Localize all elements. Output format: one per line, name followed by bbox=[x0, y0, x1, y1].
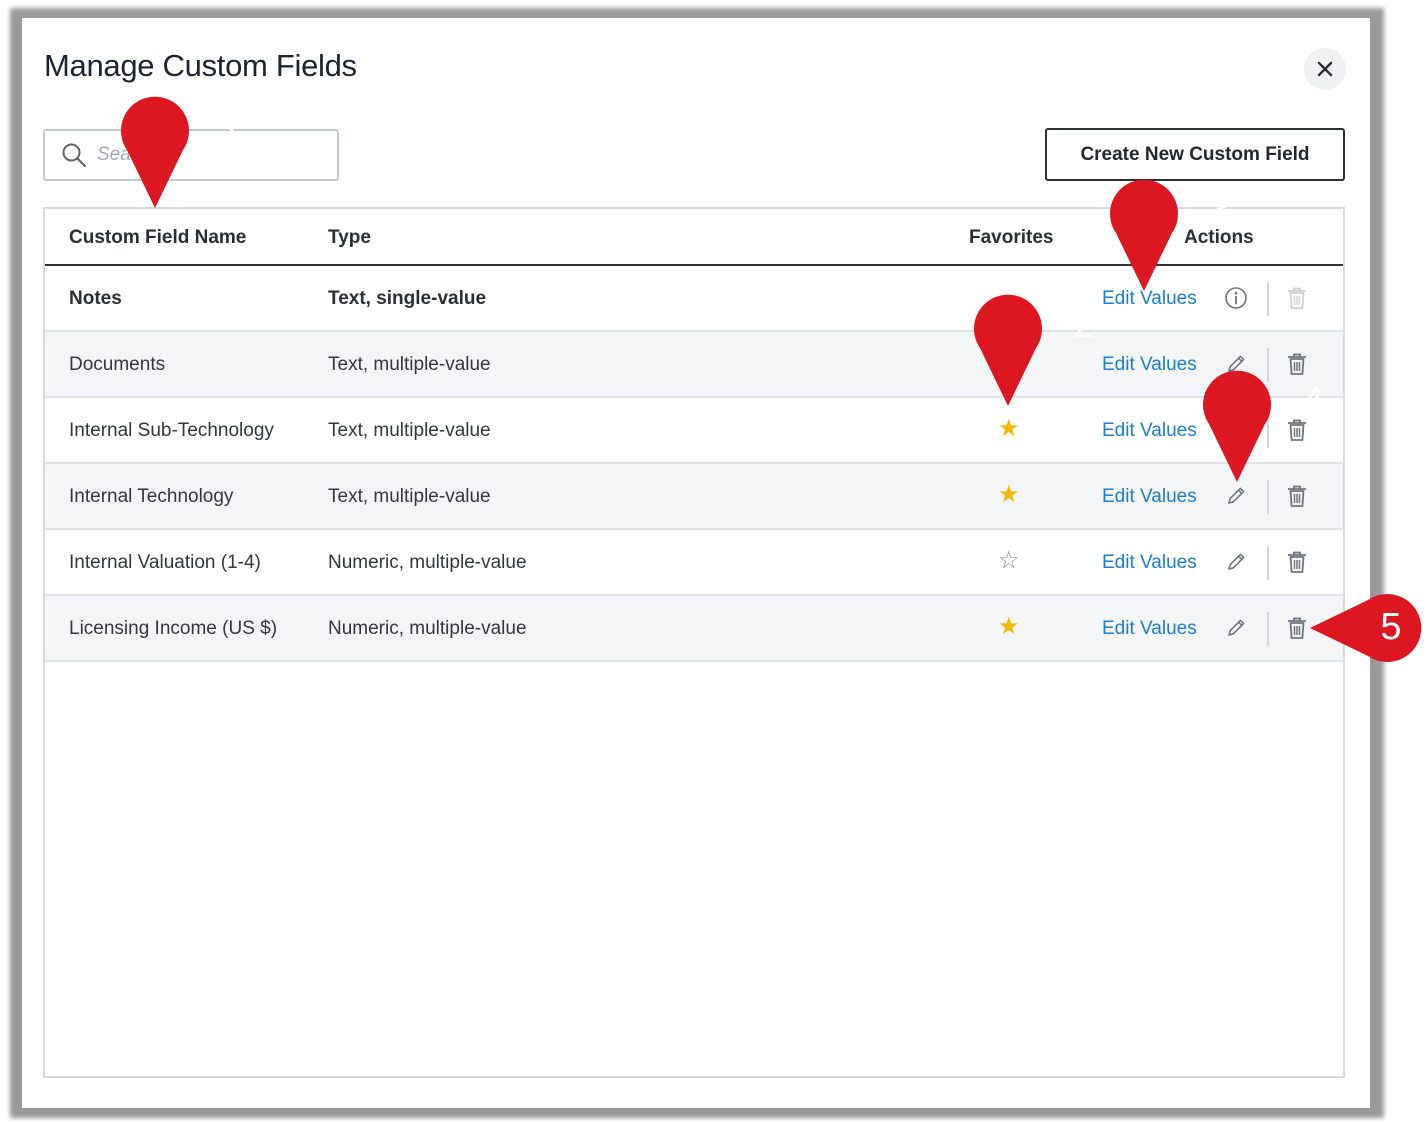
trash-icon[interactable] bbox=[1284, 482, 1310, 510]
action-divider bbox=[1267, 546, 1269, 580]
table-row[interactable]: Internal Technology Text, multiple-value ★… bbox=[45, 464, 1343, 530]
field-type-cell: Text, single-value bbox=[328, 288, 487, 309]
callout-number-5: 5 bbox=[1380, 606, 1402, 648]
trash-icon[interactable] bbox=[1284, 548, 1310, 576]
pencil-icon[interactable] bbox=[1223, 614, 1249, 642]
field-type-cell: Text, multiple-value bbox=[328, 486, 491, 507]
close-icon bbox=[1317, 61, 1333, 77]
column-header-favorites[interactable]: Favorites bbox=[969, 227, 1053, 249]
trash-icon[interactable] bbox=[1284, 350, 1310, 378]
action-divider bbox=[1267, 282, 1269, 316]
edit-values-link[interactable]: Edit Values bbox=[1102, 420, 1197, 442]
edit-values-link[interactable]: Edit Values bbox=[1102, 618, 1197, 640]
field-name-cell: Internal Sub-Technology bbox=[69, 420, 274, 441]
field-name-cell: Documents bbox=[69, 354, 166, 375]
custom-fields-table: Custom Field Name Type Favorites Actions… bbox=[43, 207, 1345, 1078]
column-header-name[interactable]: Custom Field Name bbox=[69, 227, 246, 249]
edit-values-link[interactable]: Edit Values bbox=[1102, 486, 1197, 508]
edit-values-link[interactable]: Edit Values bbox=[1102, 552, 1197, 574]
callout-marker-4: 4 bbox=[1199, 366, 1324, 484]
column-header-type[interactable]: Type bbox=[328, 227, 371, 249]
callout-marker-1: 1 bbox=[117, 92, 242, 210]
pencil-icon[interactable] bbox=[1223, 482, 1249, 510]
star-filled-icon[interactable]: ★ bbox=[998, 417, 1020, 441]
star-filled-icon[interactable]: ★ bbox=[998, 615, 1020, 639]
callout-number-3: 3 bbox=[1209, 189, 1231, 231]
edit-values-link[interactable]: Edit Values bbox=[1102, 354, 1197, 376]
star-outline-icon[interactable]: ☆ bbox=[998, 549, 1020, 573]
star-filled-icon[interactable]: ★ bbox=[998, 483, 1020, 507]
info-icon[interactable] bbox=[1223, 284, 1249, 312]
trash-icon bbox=[1284, 284, 1310, 312]
field-name-cell: Internal Valuation (1-4) bbox=[69, 552, 261, 573]
pencil-icon[interactable] bbox=[1223, 548, 1249, 576]
action-divider bbox=[1267, 480, 1269, 514]
field-type-cell: Numeric, multiple-value bbox=[328, 552, 527, 573]
field-name-cell: Licensing Income (US $) bbox=[69, 618, 278, 639]
field-type-cell: Numeric, multiple-value bbox=[328, 618, 527, 639]
table-row[interactable]: Documents Text, multiple-value Edit Values bbox=[45, 332, 1343, 398]
field-name-cell: Internal Technology bbox=[69, 486, 234, 507]
close-button[interactable] bbox=[1304, 48, 1346, 90]
trash-icon[interactable] bbox=[1284, 614, 1310, 642]
create-new-custom-field-button[interactable]: Create New Custom Field bbox=[1045, 128, 1345, 181]
callout-number-1: 1 bbox=[220, 106, 242, 148]
dialog-title: Manage Custom Fields bbox=[44, 48, 357, 83]
table-row[interactable]: Internal Valuation (1-4) Numeric, multipl… bbox=[45, 530, 1343, 596]
search-icon bbox=[62, 143, 87, 168]
callout-marker-5: 5 bbox=[1308, 590, 1426, 666]
action-divider bbox=[1267, 612, 1269, 646]
table-row[interactable]: Internal Sub-Technology Text, multiple-va… bbox=[45, 398, 1343, 464]
callout-number-2: 2 bbox=[1073, 304, 1095, 346]
field-type-cell: Text, multiple-value bbox=[328, 420, 491, 441]
callout-marker-3: 3 bbox=[1106, 175, 1231, 293]
callout-number-4: 4 bbox=[1302, 380, 1324, 422]
table-row[interactable]: Licensing Income (US $) Numeric, multiple… bbox=[45, 596, 1343, 662]
callout-marker-2: 2 bbox=[970, 290, 1095, 408]
field-name-cell: Notes bbox=[69, 288, 122, 309]
field-type-cell: Text, multiple-value bbox=[328, 354, 491, 375]
